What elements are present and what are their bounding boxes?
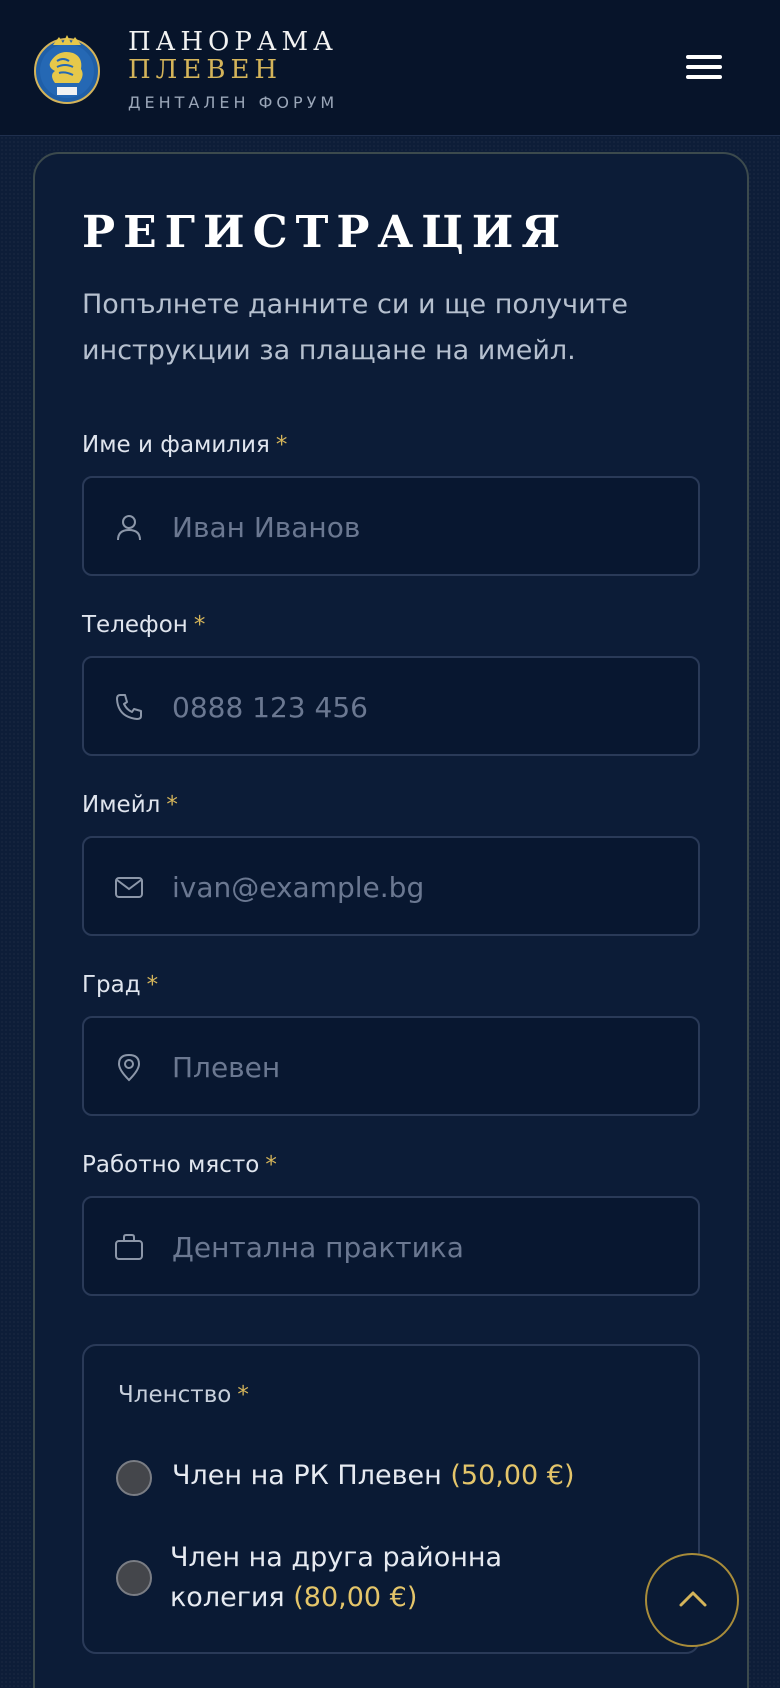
email-field[interactable] [82,836,700,936]
required-mark: * [237,1382,249,1408]
city-field[interactable] [82,1016,700,1116]
email-label-text: Имейл [82,792,161,818]
map-pin-icon [117,1053,141,1082]
phone-icon [116,694,142,720]
city-label-text: Град [82,972,141,998]
membership-group: Членство * Член на РК Плевен (50,00 €) Чл… [82,1344,700,1654]
membership-radio-other[interactable] [116,1560,152,1596]
email-input[interactable] [172,858,672,916]
required-mark: * [265,1152,277,1178]
city-input[interactable] [172,1038,672,1096]
page-title: РЕГИСТРАЦИЯ [82,207,569,258]
phone-label-text: Телефон [82,612,188,638]
email-label: Имейл * [82,790,178,820]
brand-title-line1: ПАНОРАМА [128,27,338,57]
workplace-field[interactable] [82,1196,700,1296]
membership-option-pleven[interactable]: Член на РК Плевен (50,00 €) [172,1456,575,1496]
city-label: Град * [82,970,158,1000]
required-mark: * [146,972,159,998]
mail-icon [115,877,143,898]
option-text: Член на РК Плевен [172,1460,442,1491]
membership-label: Членство * [118,1382,249,1408]
option-price: (80,00 €) [293,1582,418,1613]
brand-tagline: ДЕНТАЛЕН ФОРУМ [128,93,339,112]
phone-input[interactable] [172,678,672,736]
name-label: Име и фамилия * [82,430,287,460]
required-mark: * [275,432,288,458]
scroll-to-top-button[interactable] [645,1553,739,1647]
brand-title-line2: ПЛЕВЕН [128,55,283,85]
name-label-text: Име и фамилия [82,432,270,458]
membership-option-other[interactable]: Член на друга районна колегия (80,00 €) [170,1538,600,1618]
user-icon [117,515,141,541]
workplace-label: Работно място * [82,1150,277,1180]
phone-label: Телефон * [82,610,205,640]
briefcase-icon [115,1234,143,1260]
hamburger-menu-icon[interactable] [684,52,724,82]
workplace-input[interactable] [172,1218,672,1276]
name-field[interactable] [82,476,700,576]
option-price: (50,00 €) [450,1460,575,1491]
form-subtitle: Попълнете данните си и ще получите инстр… [82,289,628,366]
phone-field[interactable] [82,656,700,756]
membership-radio-pleven[interactable] [116,1460,152,1496]
workplace-label-text: Работно място [82,1152,260,1178]
lion-crest-logo-icon[interactable] [33,31,101,105]
required-mark: * [193,612,206,638]
membership-label-text: Членство [118,1382,232,1408]
site-header: ПАНОРАМА ПЛЕВЕН ДЕНТАЛЕН ФОРУМ [0,0,780,136]
chevron-up-icon [679,1591,707,1607]
brand-wordmark[interactable]: ПАНОРАМА ПЛЕВЕН ДЕНТАЛЕН ФОРУМ [128,28,338,114]
name-input[interactable] [172,498,672,556]
required-mark: * [166,792,178,818]
